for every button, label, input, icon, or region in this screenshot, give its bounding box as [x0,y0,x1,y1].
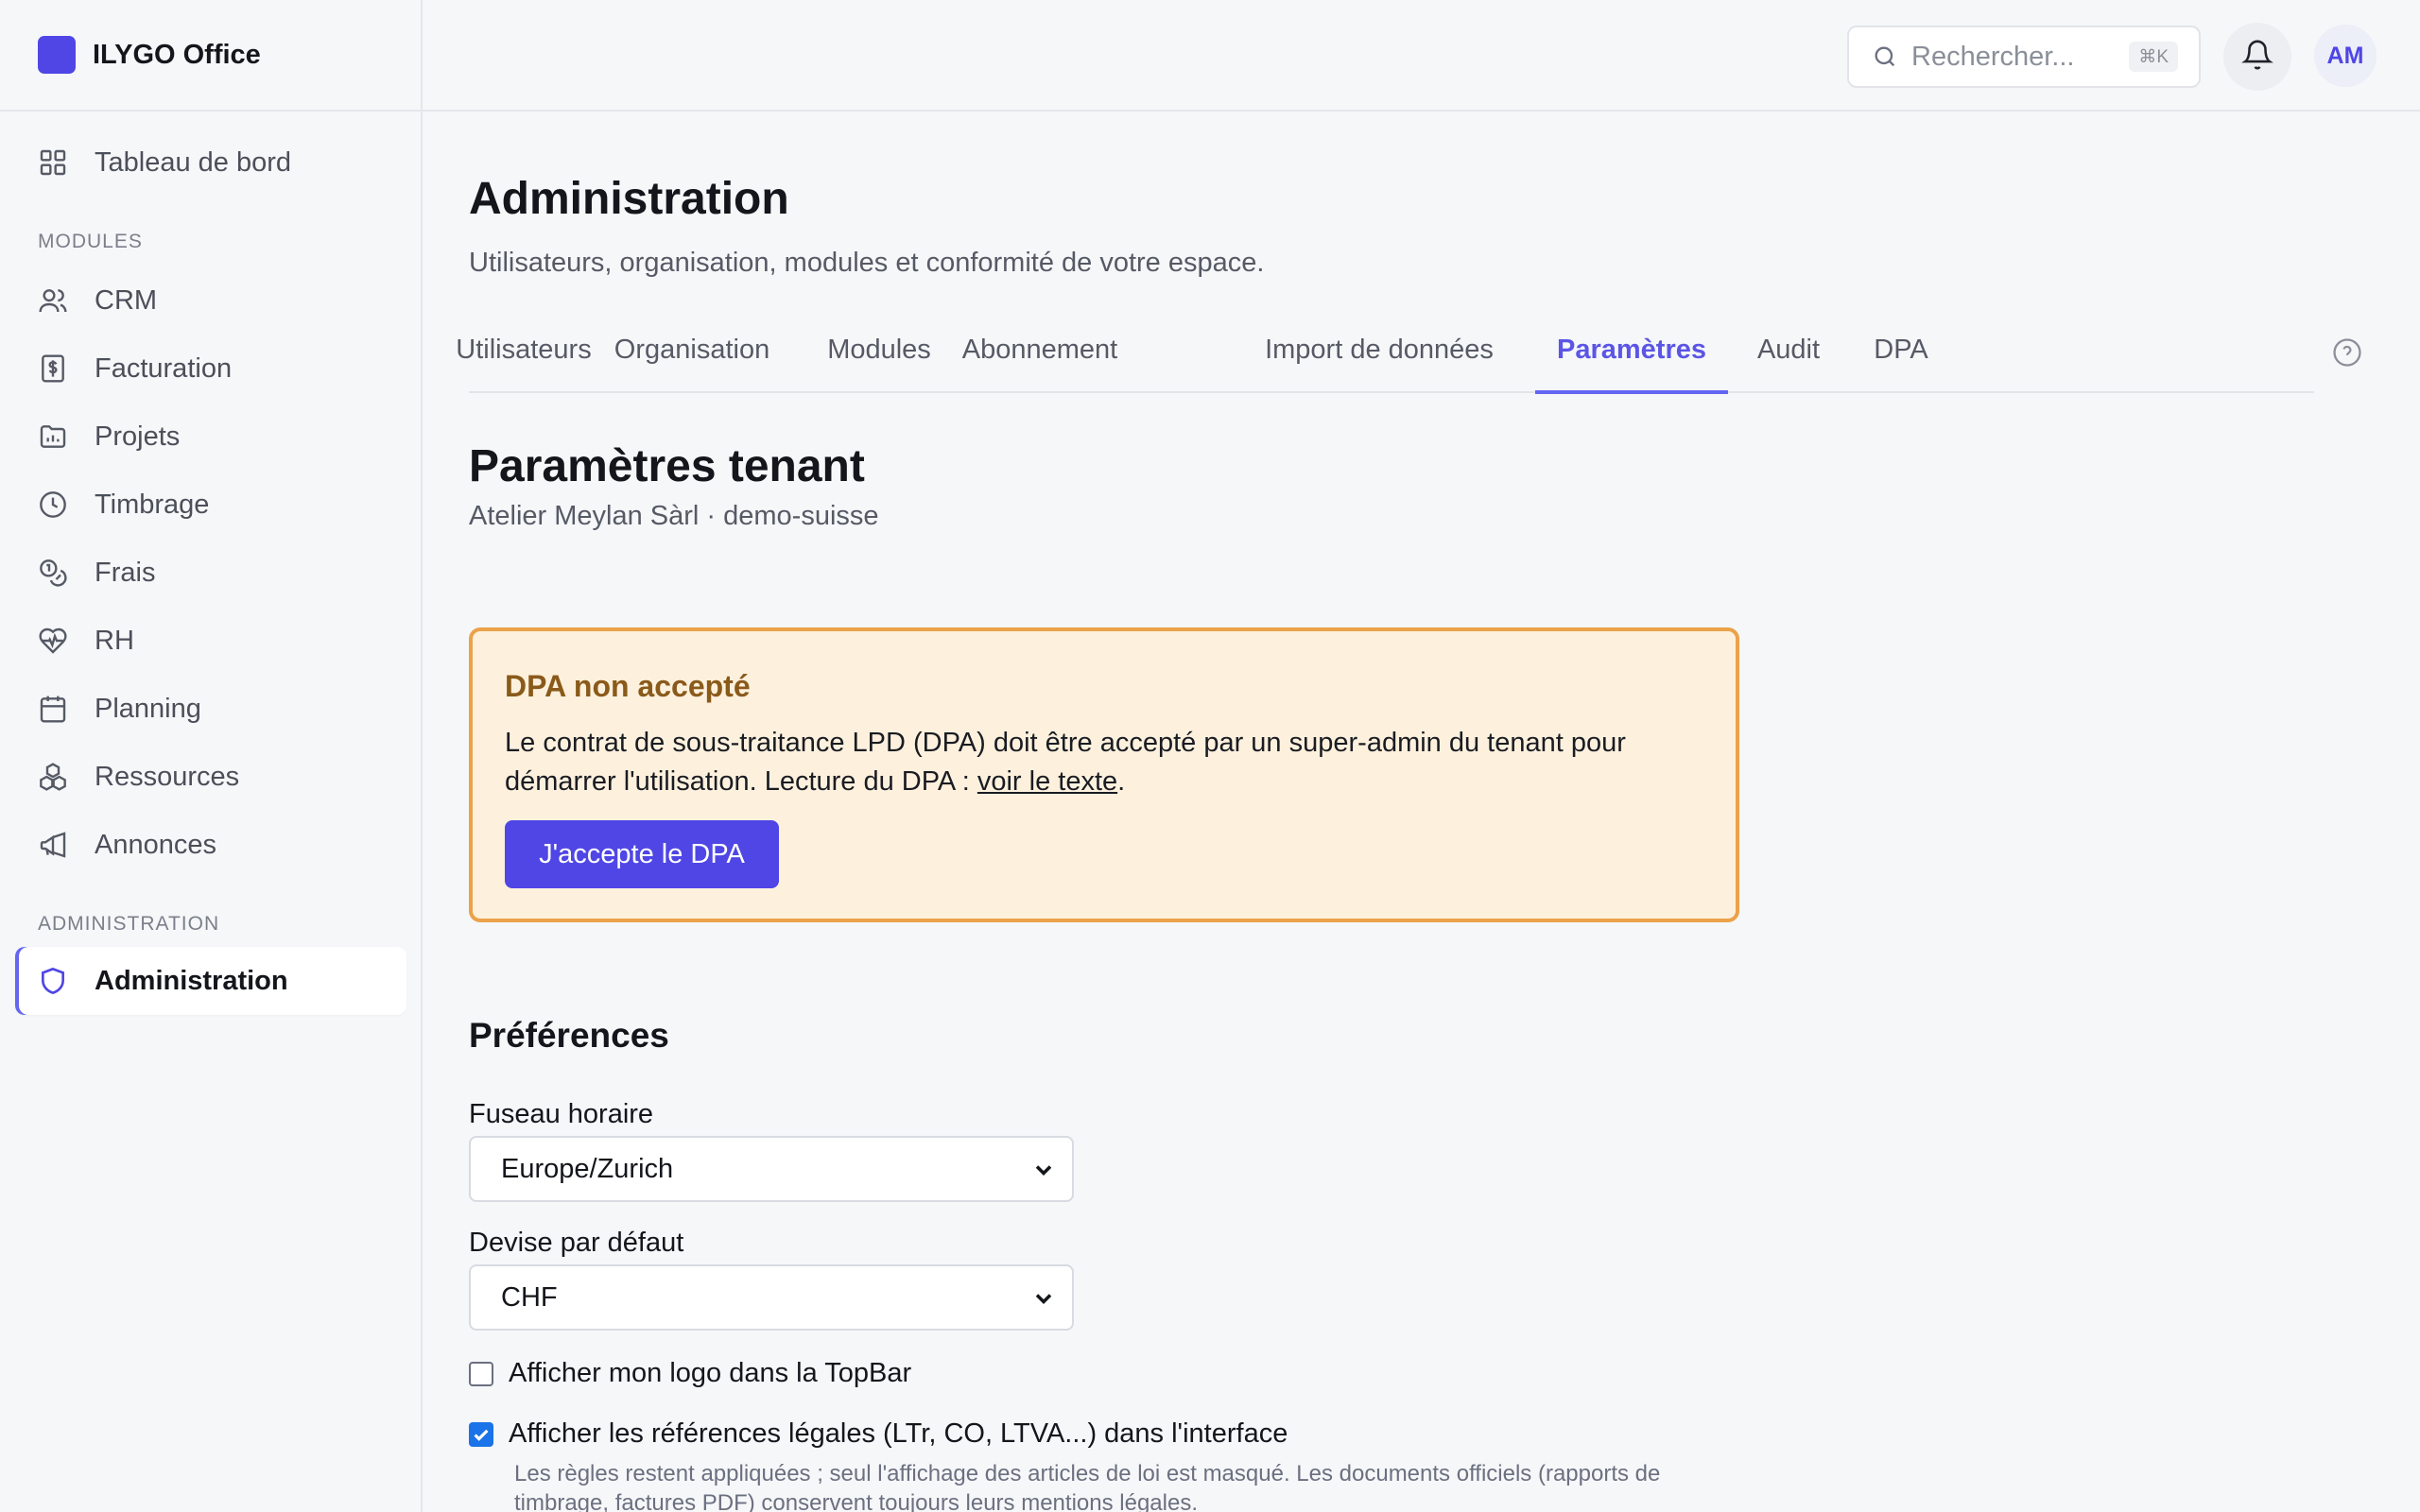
sidebar-item-timbrage[interactable]: Timbrage [15,471,406,539]
search-placeholder: Rechercher... [1911,41,2075,72]
dpa-warning-alert: DPA non accepté Le contrat de sous-trait… [469,627,1739,922]
sidebar-item-projets[interactable]: Projets [15,403,406,471]
section-title: Paramètres tenant [469,441,865,491]
grid-icon [38,147,68,178]
currency-value: CHF [501,1281,558,1313]
megaphone-icon [38,830,68,860]
sidebar-item-annonces[interactable]: Annonces [15,811,406,879]
sidebar-item-label: Projets [95,421,181,452]
currency-label: Devise par défaut [469,1228,684,1258]
sidebar-item-planning[interactable]: Planning [15,675,406,743]
shield-icon [38,966,68,996]
sidebar-item-label: Tableau de bord [95,146,291,178]
page-title: Administration [469,174,789,224]
sidebar-item-frais[interactable]: Frais [15,539,406,607]
currency-select[interactable]: CHF [469,1264,1074,1331]
sidebar-item-label: Facturation [95,352,233,384]
heart-pulse-icon [38,626,68,656]
sidebar: ILYGO Office Tableau de bord MODULES CRM… [0,0,423,1512]
alert-title: DPA non accepté [505,669,751,703]
boxes-icon [38,762,68,792]
help-button[interactable] [2331,336,2363,369]
tab-audit[interactable]: Audit [1741,321,1836,393]
chevron-down-icon [1030,1285,1057,1312]
search-input[interactable]: Rechercher... ⌘K [1847,26,2201,88]
dpa-text-link[interactable]: voir le texte [977,766,1117,797]
chevron-down-icon [1030,1157,1057,1183]
brand-logo [38,36,76,74]
sidebar-item-facturation[interactable]: Facturation [15,335,406,403]
tab-modules[interactable]: Modules [805,321,953,393]
sidebar-item-dashboard[interactable]: Tableau de bord [15,129,406,197]
sidebar-item-ressources[interactable]: Ressources [15,743,406,811]
users-icon [38,285,68,316]
section-label-modules: MODULES [38,231,143,252]
logo-toggle-row: Afficher mon logo dans la TopBar [469,1358,911,1389]
search-shortcut: ⌘K [2129,42,2178,72]
sidebar-item-label: Planning [95,693,201,724]
preferences-title: Préférences [469,1016,669,1055]
brand[interactable]: ILYGO Office [0,0,421,112]
sidebar-item-label: Ressources [95,761,240,792]
timezone-value: Europe/Zurich [501,1153,674,1184]
tab-dpa[interactable]: DPA [1858,321,1944,393]
notifications-button[interactable] [2223,23,2291,91]
bell-icon [2241,39,2273,76]
timezone-select[interactable]: Europe/Zurich [469,1136,1074,1202]
sidebar-item-label: RH [95,625,134,656]
logo-checkbox[interactable] [469,1361,493,1386]
folder-chart-icon [38,421,68,452]
sidebar-item-administration[interactable]: Administration [15,947,406,1015]
tab-bar: Utilisateurs Organisation Modules Abonne… [456,321,2314,394]
calendar-icon [38,694,68,724]
logo-checkbox-label[interactable]: Afficher mon logo dans la TopBar [509,1358,911,1389]
sidebar-item-label: Administration [95,965,288,996]
avatar[interactable]: AM [2314,25,2377,87]
alert-text-end: . [1117,766,1126,797]
legal-refs-toggle-row: Afficher les références légales (LTr, CO… [469,1418,1288,1450]
sidebar-item-label: Timbrage [95,489,210,520]
sidebar-item-crm[interactable]: CRM [15,266,406,335]
invoice-icon [38,353,68,384]
tab-organisation[interactable]: Organisation [597,321,786,393]
alert-text: Le contrat de sous-traitance LPD (DPA) d… [505,724,1715,801]
search-icon [1872,43,1898,70]
section-label-administration: ADMINISTRATION [38,913,220,935]
tab-utilisateurs[interactable]: Utilisateurs [456,321,591,393]
tab-parametres[interactable]: Paramètres [1535,321,1728,394]
coins-icon [38,558,68,588]
timezone-label: Fuseau horaire [469,1099,654,1129]
help-icon [2331,338,2363,372]
tab-import[interactable]: Import de données [1252,321,1507,393]
sidebar-item-label: CRM [95,284,158,316]
brand-name: ILYGO Office [93,39,261,70]
page-subtitle: Utilisateurs, organisation, modules et c… [469,248,1265,278]
clock-icon [38,490,68,520]
legal-refs-help-text: Les règles restent appliquées ; seul l'a… [514,1461,1661,1512]
legal-refs-checkbox-label[interactable]: Afficher les références légales (LTr, CO… [509,1418,1288,1450]
accept-dpa-button[interactable]: J'accepte le DPA [505,820,779,888]
legal-refs-checkbox[interactable] [469,1421,493,1447]
section-subtitle: Atelier Meylan Sàrl · demo-suisse [469,501,879,531]
sidebar-item-label: Frais [95,557,156,588]
sidebar-item-label: Annonces [95,829,216,860]
tab-abonnement[interactable]: Abonnement [945,321,1134,393]
sidebar-item-rh[interactable]: RH [15,607,406,675]
